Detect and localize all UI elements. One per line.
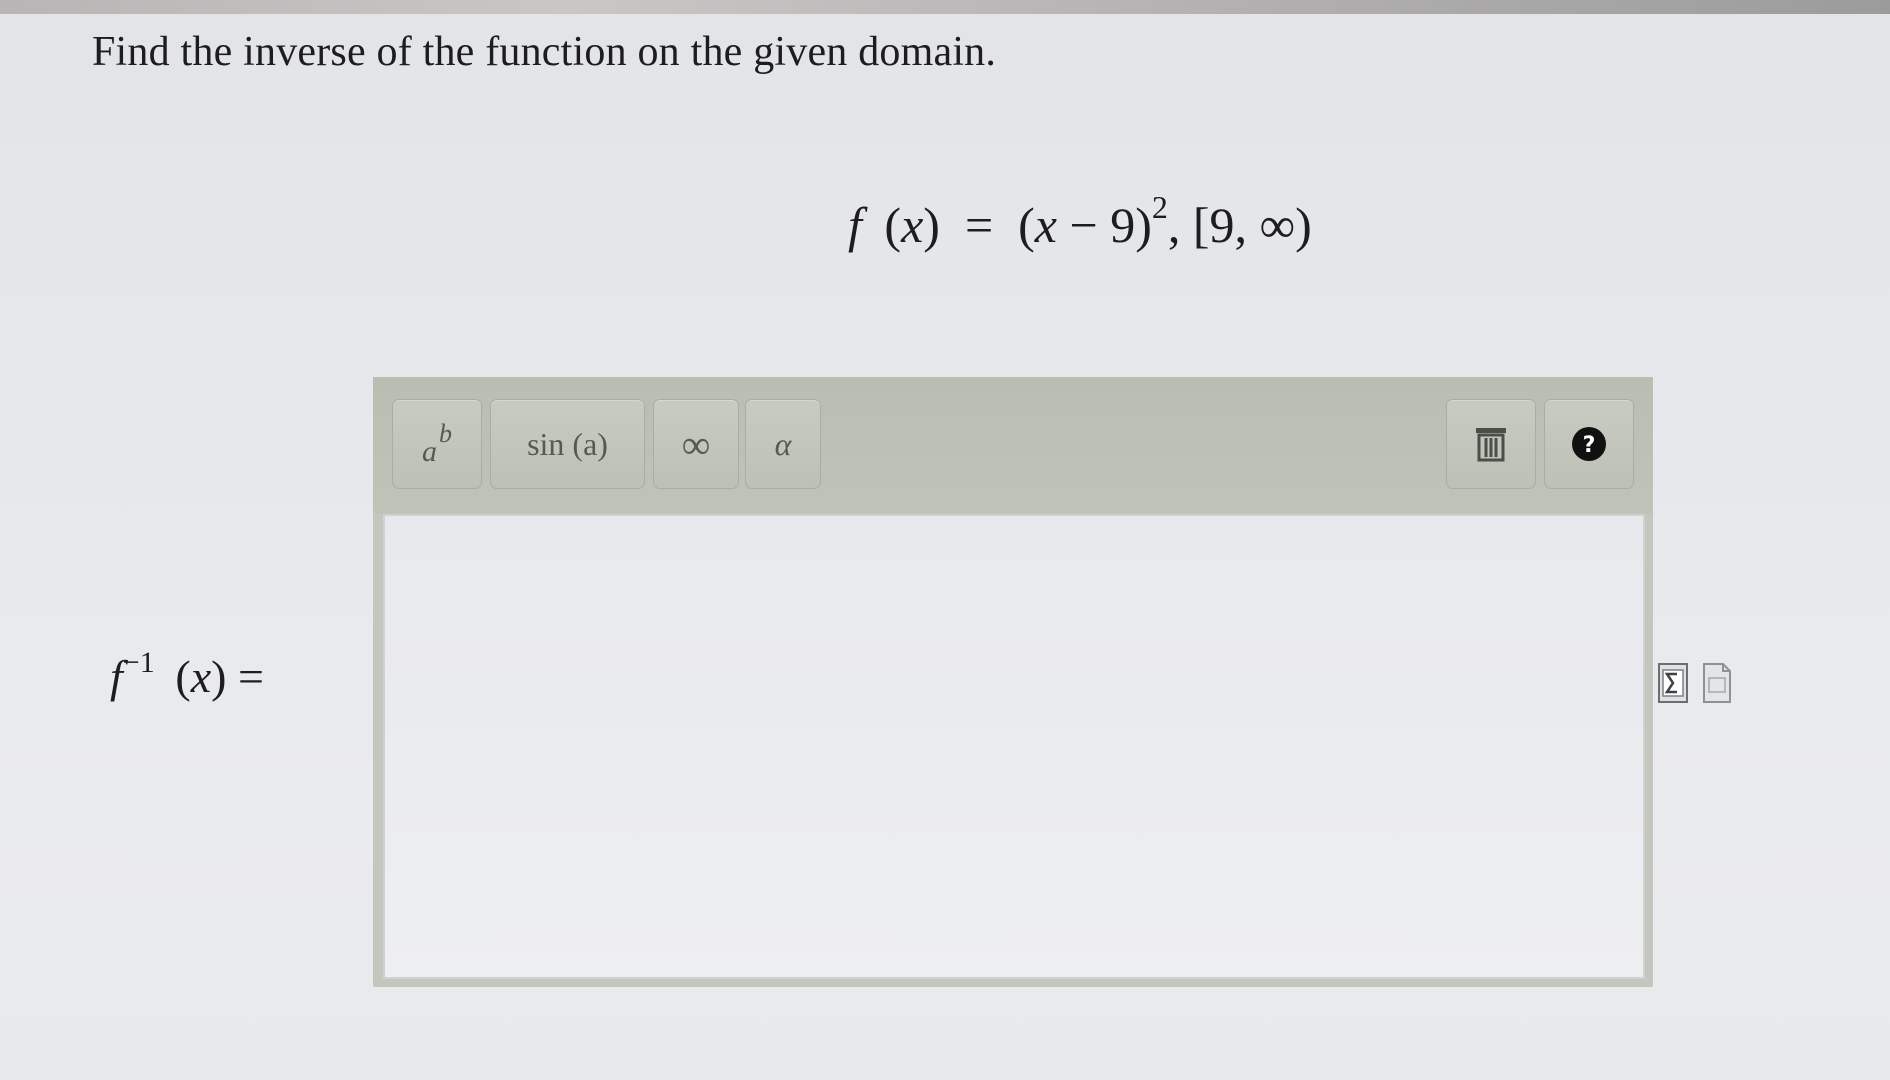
inverse-variable: x <box>190 651 212 702</box>
svg-text:?: ? <box>1583 433 1596 458</box>
greek-button[interactable]: α <box>745 399 821 489</box>
browser-top-strip <box>0 0 1890 14</box>
function-variable: x <box>901 197 924 253</box>
side-tools <box>1657 662 1733 704</box>
infinity-button[interactable]: ∞ <box>653 399 739 489</box>
question-instruction: Find the inverse of the function on the … <box>92 29 997 75</box>
math-toolbar: ab sin (a) ∞ α ? <box>373 377 1653 514</box>
function-domain: , [9, ∞) <box>1167 197 1312 253</box>
trash-icon <box>1476 428 1506 462</box>
help-button[interactable]: ? <box>1544 399 1634 489</box>
answer-input[interactable] <box>383 514 1645 979</box>
given-function: f (x) = (x − 9)2, [9, ∞) <box>848 189 1312 253</box>
inverse-function-name: f <box>110 651 123 702</box>
power-base: a <box>422 435 437 468</box>
math-symbols-icon[interactable] <box>1657 662 1689 704</box>
power-button[interactable]: ab <box>392 399 482 489</box>
math-editor: ab sin (a) ∞ α ? <box>373 377 1653 987</box>
trig-button[interactable]: sin (a) <box>490 399 645 489</box>
function-body-variable: x <box>1034 197 1057 253</box>
inverse-exponent: −1 <box>122 646 155 679</box>
function-body-rest: − 9) <box>1057 197 1152 253</box>
help-icon: ? <box>1572 427 1606 461</box>
power-exponent: b <box>439 419 452 448</box>
inverse-label: f−1 (x) = <box>110 646 264 703</box>
document-icon[interactable] <box>1701 662 1733 704</box>
function-exponent: 2 <box>1151 189 1168 225</box>
function-body-open: ( <box>1018 197 1035 253</box>
trash-button[interactable] <box>1446 399 1536 489</box>
function-name: f <box>848 197 862 253</box>
